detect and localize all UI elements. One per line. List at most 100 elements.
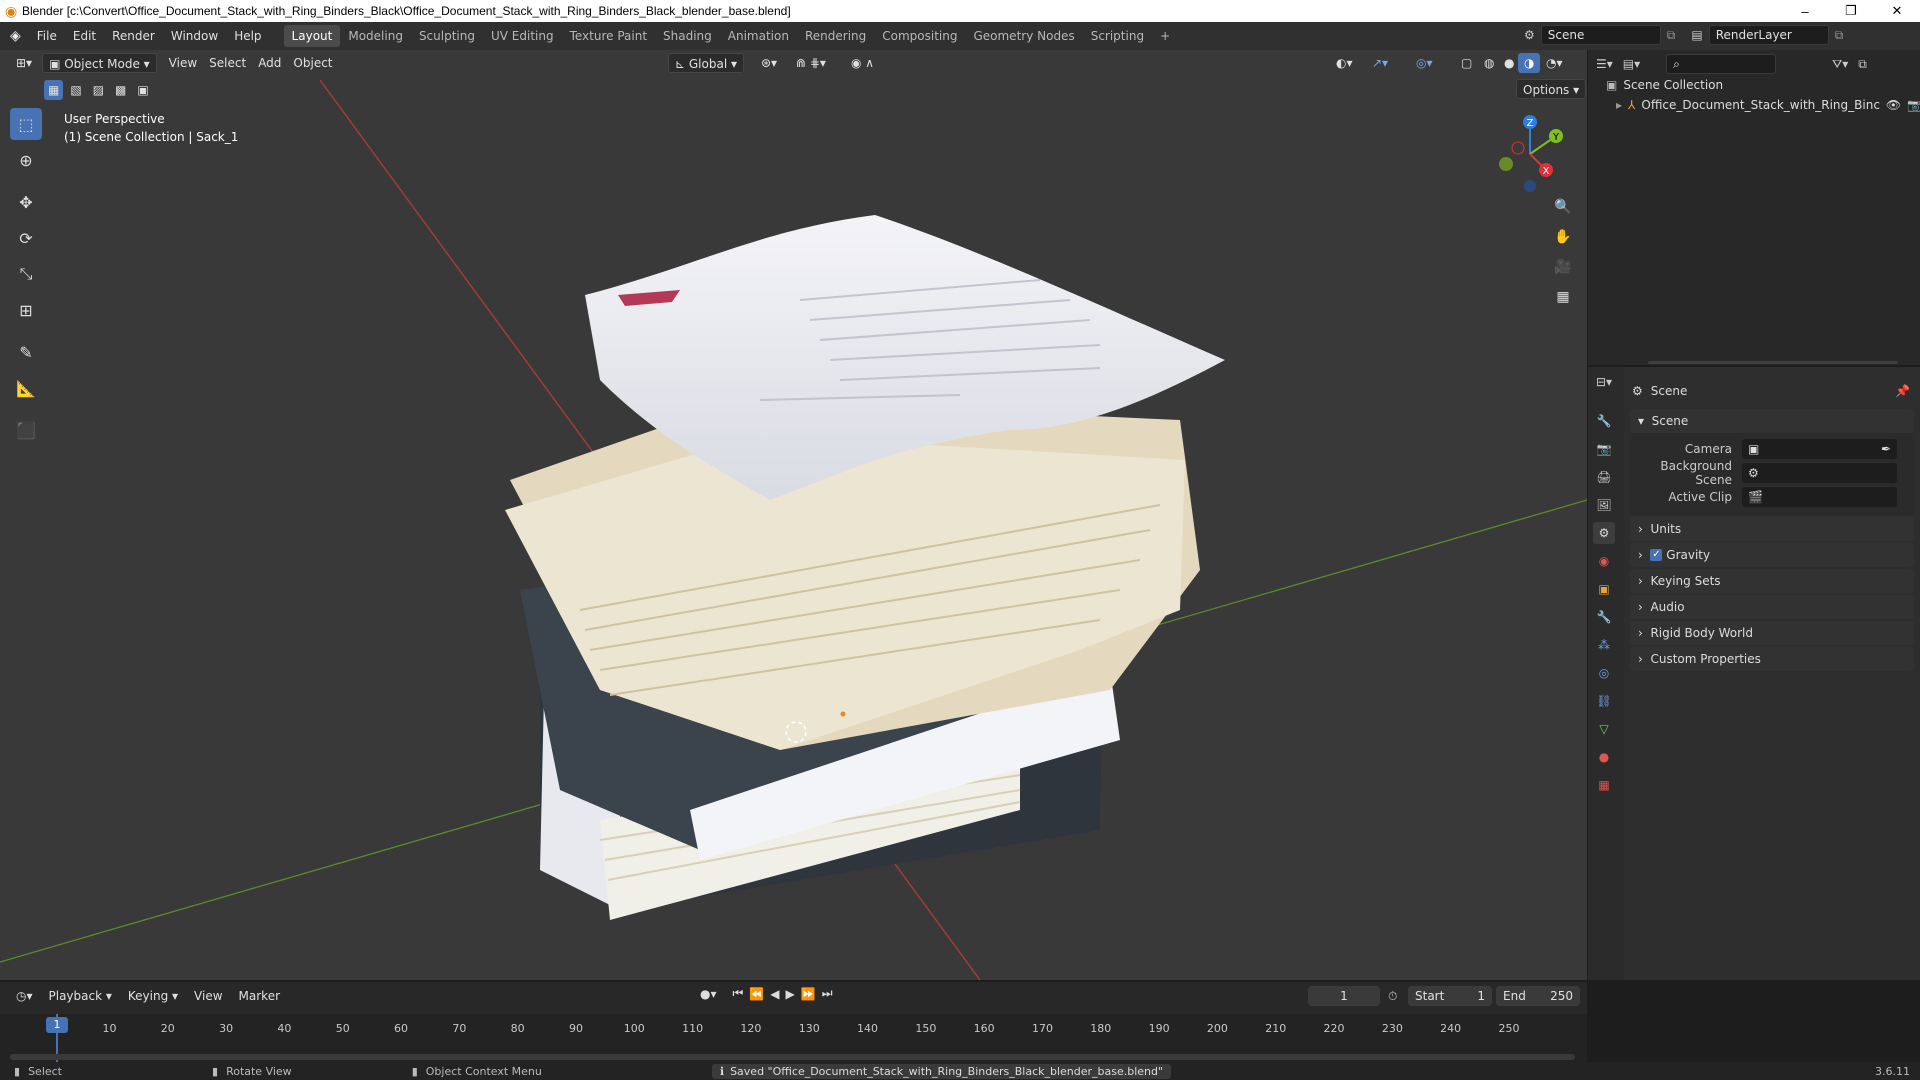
rigid-body-world-panel-header[interactable]: › Rigid Body World (1630, 621, 1914, 645)
menu-help[interactable]: Help (226, 25, 269, 47)
close-button[interactable]: ✕ (1874, 0, 1920, 22)
tab-shading[interactable]: Shading (655, 25, 720, 47)
select-extend-icon[interactable]: ▧ (66, 80, 85, 100)
pivot-icon[interactable]: ⊛▾ (755, 53, 783, 73)
scene-tab-icon[interactable]: ⚙ (1593, 522, 1615, 544)
tab-modeling[interactable]: Modeling (340, 25, 411, 47)
render-layer-selector[interactable]: RenderLayer (1708, 25, 1829, 45)
menu-select[interactable]: Select (203, 53, 252, 73)
eye-visibility-icon[interactable]: 👁 (1886, 98, 1901, 112)
background-scene-field[interactable]: ⚙ (1742, 463, 1897, 483)
keying-sets-panel-header[interactable]: › Keying Sets (1630, 569, 1914, 593)
add-workspace-button[interactable]: + (1152, 25, 1178, 47)
zoom-icon[interactable]: 🔍 (1550, 194, 1576, 220)
constraints-tab-icon[interactable]: ⛓ (1593, 690, 1615, 712)
gizmo-toggle-icon[interactable]: ↗▾ (1366, 53, 1394, 73)
render-tab-icon[interactable]: 📷 (1593, 438, 1615, 460)
menu-object[interactable]: Object (287, 53, 338, 73)
tab-geometry-nodes[interactable]: Geometry Nodes (965, 25, 1082, 47)
jump-start-icon[interactable]: ⏮ (733, 986, 744, 1001)
shading-material-icon[interactable]: ◑ (1518, 53, 1541, 73)
ortho-grid-icon[interactable]: ▦ (1550, 284, 1576, 310)
audio-panel-header[interactable]: › Audio (1630, 595, 1914, 619)
maximize-button[interactable]: ❐ (1828, 0, 1874, 22)
menu-keying[interactable]: Keying ▾ (122, 986, 184, 1006)
timeline-scrollbar[interactable] (10, 1054, 1575, 1060)
render-camera-icon[interactable]: 📷 (1907, 98, 1920, 112)
prev-keyframe-icon[interactable]: ⏪ (749, 987, 764, 1001)
overlay-toggle-icon[interactable]: ◎▾ (1410, 53, 1439, 73)
minimize-button[interactable]: – (1782, 0, 1828, 22)
expand-arrow-icon[interactable]: ▸ (1616, 98, 1622, 112)
outliner-search-input[interactable]: ⌕ (1666, 54, 1777, 74)
start-frame-field[interactable]: Start 1 (1408, 986, 1492, 1006)
end-frame-field[interactable]: End 250 (1496, 986, 1580, 1006)
tab-layout[interactable]: Layout (283, 25, 341, 47)
data-tab-icon[interactable]: ▽ (1593, 718, 1615, 740)
output-tab-icon[interactable]: 🖨 (1593, 466, 1615, 488)
proportional-icon[interactable]: ◉ ∧ (845, 53, 880, 73)
modifier-tab-icon[interactable]: 🔧 (1593, 606, 1615, 628)
new-collection-icon[interactable]: ⧉ (1858, 57, 1867, 72)
visibility-icon[interactable]: ◐▾ (1330, 53, 1359, 73)
camera-view-icon[interactable]: 🎥 (1550, 254, 1576, 280)
menu-timeline-view[interactable]: View (188, 986, 228, 1006)
menu-window[interactable]: Window (163, 25, 226, 47)
material-tab-icon[interactable]: ● (1593, 746, 1615, 768)
transform-tool-icon[interactable]: ⊞ (10, 294, 42, 326)
tab-compositing[interactable]: Compositing (874, 25, 965, 47)
record-icon[interactable]: ●▾ (700, 987, 717, 1001)
tab-uv-editing[interactable]: UV Editing (483, 25, 562, 47)
select-new-icon[interactable]: ▦ (44, 80, 64, 100)
mode-selector[interactable]: ▣ Object Mode ▾ (42, 53, 157, 73)
blender-menu-icon[interactable]: ◈ (10, 28, 21, 44)
play-icon[interactable]: ▶ (786, 987, 795, 1001)
outliner-row-object[interactable]: ▸ ⅄ Office_Document_Stack_with_Ring_Binc… (1616, 98, 1920, 112)
3d-viewport[interactable]: ⊞▾ ▣ Object Mode ▾ View Select Add Objec… (0, 50, 1587, 980)
timeline-editor-icon[interactable]: ◷▾ (10, 986, 39, 1006)
menu-render[interactable]: Render (104, 25, 163, 47)
select-box-tool-icon[interactable]: ⬚ (10, 108, 42, 140)
outliner-editor-icon[interactable]: ☰▾ (1596, 57, 1613, 71)
outliner-scrollbar[interactable] (1648, 361, 1898, 364)
pan-hand-icon[interactable]: ✋ (1550, 224, 1576, 250)
preview-range-icon[interactable]: ⏱ (1388, 989, 1397, 1004)
navigation-gizmo[interactable]: Z Y X (1490, 114, 1570, 194)
tab-sculpting[interactable]: Sculpting (411, 25, 483, 47)
tool-tab-icon[interactable]: 🔧 (1593, 410, 1615, 432)
display-mode-icon[interactable]: ▤▾ (1623, 57, 1640, 71)
menu-view[interactable]: View (163, 53, 203, 73)
tab-rendering[interactable]: Rendering (797, 25, 874, 47)
custom-properties-panel-header[interactable]: › Custom Properties (1630, 647, 1914, 671)
filter-icon[interactable]: ⛛▾ (1832, 57, 1848, 72)
select-intersect-icon[interactable]: ▣ (133, 80, 152, 100)
xray-icon[interactable]: ▢ (1455, 53, 1478, 73)
pin-icon[interactable]: 📌 (1895, 384, 1910, 398)
menu-playback[interactable]: Playback ▾ (43, 986, 118, 1006)
gravity-panel-header[interactable]: › ✓ Gravity (1630, 543, 1914, 567)
transform-orientation[interactable]: ⊾ Global ▾ (668, 53, 744, 73)
texture-tab-icon[interactable]: ▦ (1593, 774, 1615, 796)
camera-field[interactable]: ▣ ✒ (1742, 439, 1897, 459)
properties-editor-icon[interactable]: ⊟▾ (1596, 375, 1612, 389)
annotate-tool-icon[interactable]: ✎ (10, 336, 42, 368)
render-layer-icon[interactable]: ▤ (1691, 28, 1702, 42)
rotate-tool-icon[interactable]: ⟳ (10, 222, 42, 254)
physics-tab-icon[interactable]: ◎ (1593, 662, 1615, 684)
view-layer-tab-icon[interactable]: 🖼 (1593, 494, 1615, 516)
editor-type-icon[interactable]: ⊞▾ (10, 53, 38, 73)
new-scene-icon[interactable]: ⧉ (1667, 28, 1676, 43)
world-tab-icon[interactable]: ◉ (1593, 550, 1615, 572)
eyedropper-icon[interactable]: ✒ (1881, 442, 1891, 456)
current-frame-field[interactable]: 1 (1308, 986, 1380, 1006)
particles-tab-icon[interactable]: ⁂ (1593, 634, 1615, 656)
timeline-ruler[interactable]: 1 10 20 30 40 50 60 70 80 90 100 110 120 130 140 150 16… (0, 1014, 1587, 1062)
outliner-row-scene-collection[interactable]: ▣ Scene Collection (1606, 78, 1723, 92)
menu-edit[interactable]: Edit (65, 25, 104, 47)
menu-file[interactable]: File (29, 25, 65, 47)
options-dropdown[interactable]: Options ▾ (1516, 79, 1587, 99)
scene-icon[interactable]: ⚙ (1524, 28, 1535, 42)
jump-end-icon[interactable]: ⏭ (822, 986, 833, 1001)
units-panel-header[interactable]: › Units (1630, 517, 1914, 541)
menu-add[interactable]: Add (252, 53, 287, 73)
